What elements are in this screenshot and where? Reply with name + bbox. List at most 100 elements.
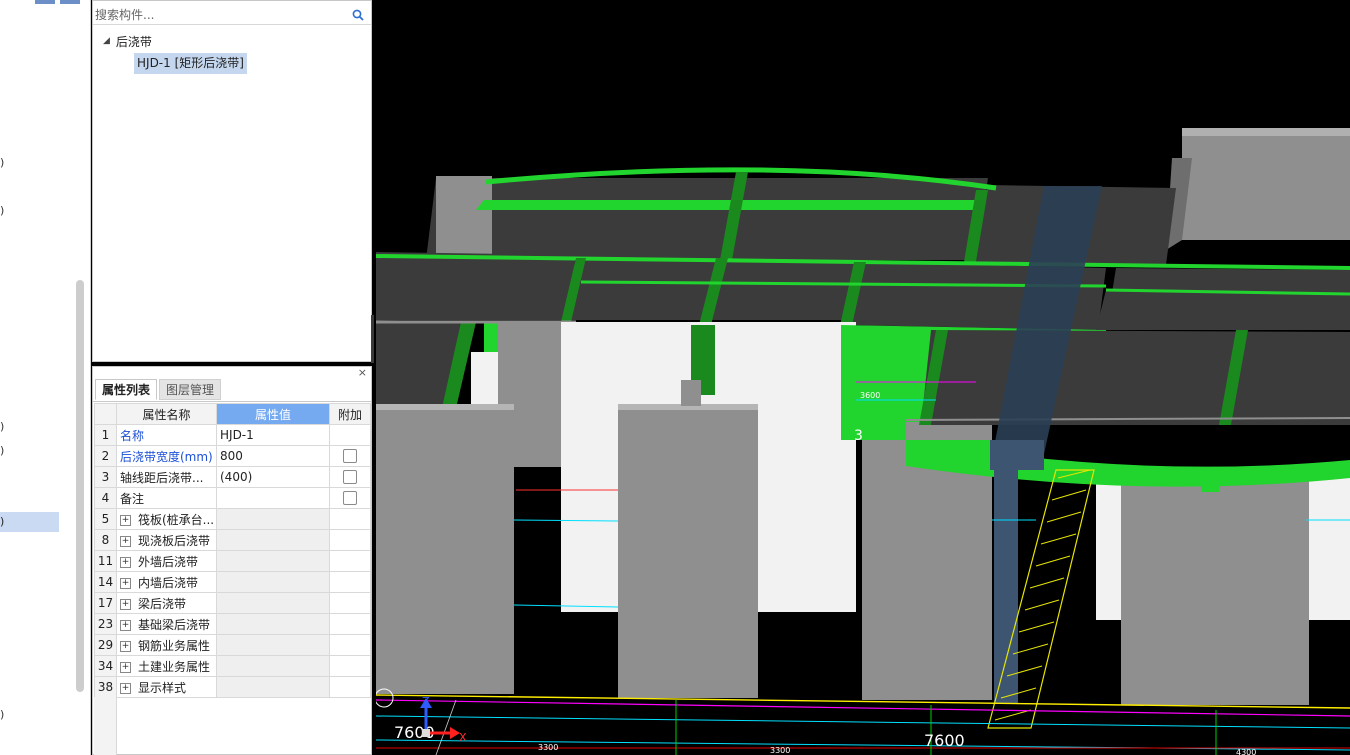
table-row[interactable]: 17 + 梁后浇带 — [94, 592, 371, 614]
property-name-cell[interactable]: + 梁后浇带 — [116, 592, 217, 614]
expand-plus-icon[interactable]: + — [120, 661, 131, 673]
tree-node-root[interactable]: ◢ 后浇带 — [103, 32, 152, 50]
property-tabs: 属性列表 图层管理 — [93, 379, 371, 402]
property-name-cell[interactable]: + 显示样式 — [116, 676, 217, 698]
extra-cell — [329, 424, 371, 446]
search-input[interactable] — [95, 7, 345, 23]
property-name: 基础梁后浇带 — [138, 617, 211, 632]
column-header-num — [94, 403, 117, 425]
slab-back — [426, 178, 988, 260]
property-name: 现浇板后浇带 — [138, 533, 211, 548]
close-icon[interactable]: × — [358, 367, 367, 379]
nav-item-label[interactable]: ) — [0, 204, 4, 217]
table-row[interactable]: 38 + 显示样式 — [94, 676, 371, 698]
property-name-cell: 后浇带宽度(mm) — [116, 445, 217, 467]
property-name-cell: 备注 — [116, 487, 217, 509]
extra-checkbox[interactable] — [343, 449, 357, 464]
expand-plus-icon[interactable]: + — [120, 619, 131, 631]
extra-cell — [329, 655, 371, 677]
row-number: 17 — [94, 592, 117, 614]
property-name-cell[interactable]: + 外墙后浇带 — [116, 550, 217, 572]
tree-node-selected-component[interactable]: HJD-1 [矩形后浇带] — [134, 53, 247, 74]
extra-cell — [329, 550, 371, 572]
table-row[interactable]: 34 + 土建业务属性 — [94, 655, 371, 677]
nav-item-label[interactable]: ) — [0, 420, 4, 433]
row-number: 2 — [94, 445, 117, 467]
3d-model-render[interactable]: 3600 3300 3300 4300 7600 7600 3 Z X — [376, 0, 1350, 755]
property-value-cell[interactable]: HJD-1 — [216, 424, 330, 446]
nav-item-label[interactable]: ) — [0, 156, 4, 169]
row-number: 1 — [94, 424, 117, 446]
expand-plus-icon[interactable]: + — [120, 535, 131, 547]
tab-layer-management[interactable]: 图层管理 — [159, 379, 222, 400]
tab-property-list[interactable]: 属性列表 — [95, 379, 158, 400]
panel-splitter[interactable] — [371, 315, 374, 363]
search-icon[interactable] — [351, 8, 365, 22]
search-box — [93, 5, 371, 25]
table-row[interactable]: 3 轴线距后浇带... (400) — [94, 466, 371, 488]
table-row[interactable]: 4 备注 — [94, 487, 371, 509]
slab-middle-left — [376, 252, 576, 320]
toolbar-button[interactable] — [35, 0, 55, 4]
property-value-cell — [216, 613, 330, 635]
property-name-cell[interactable]: + 基础梁后浇带 — [116, 613, 217, 635]
extra-cell — [329, 508, 371, 530]
property-name-cell[interactable]: + 土建业务属性 — [116, 655, 217, 677]
expand-plus-icon[interactable]: + — [120, 514, 131, 526]
nav-item-selected[interactable]: ) — [0, 512, 59, 532]
table-row[interactable]: 2 后浇带宽度(mm) 800 — [94, 445, 371, 467]
column-header-name[interactable]: 属性名称 — [116, 403, 217, 425]
property-name: 梁后浇带 — [138, 596, 187, 611]
nav-item-label[interactable]: ) — [0, 444, 4, 457]
expand-plus-icon[interactable]: + — [120, 682, 131, 694]
tree-node-label: 后浇带 — [115, 34, 152, 49]
expand-plus-icon[interactable]: + — [120, 598, 131, 610]
toolbar-button[interactable] — [60, 0, 80, 4]
extra-cell — [329, 487, 371, 509]
column-header-extra[interactable]: 附加 — [329, 403, 371, 425]
extra-checkbox[interactable] — [343, 470, 357, 485]
property-name: 名称 — [120, 428, 145, 443]
column-header-value[interactable]: 属性值 — [216, 403, 330, 425]
table-row[interactable]: 29 + 钢筋业务属性 — [94, 634, 371, 656]
extra-checkbox[interactable] — [343, 491, 357, 506]
table-row[interactable]: 8 + 现浇板后浇带 — [94, 529, 371, 551]
property-value-cell[interactable] — [216, 487, 330, 509]
nav-item-label[interactable]: ) — [0, 708, 4, 721]
table-row[interactable]: 14 + 内墙后浇带 — [94, 571, 371, 593]
extra-cell — [329, 592, 371, 614]
table-row[interactable]: 1 名称 HJD-1 — [94, 424, 371, 446]
table-row[interactable]: 23 + 基础梁后浇带 — [94, 613, 371, 635]
property-name-cell[interactable]: + 内墙后浇带 — [116, 571, 217, 593]
dimension-text: 3300 — [538, 743, 558, 752]
property-value-cell[interactable]: (400) — [216, 466, 330, 488]
table-row[interactable]: 11 + 外墙后浇带 — [94, 550, 371, 572]
expand-plus-icon[interactable]: + — [120, 640, 131, 652]
left-panel-scrollbar[interactable] — [76, 280, 84, 692]
extra-cell — [329, 529, 371, 551]
column-center — [618, 406, 758, 698]
property-name: 轴线距后浇带... — [120, 470, 204, 485]
property-name-cell[interactable]: + 现浇板后浇带 — [116, 529, 217, 551]
property-name: 备注 — [120, 491, 145, 506]
extra-cell — [329, 445, 371, 467]
dimension-text: 3300 — [770, 746, 790, 755]
table-row[interactable]: 5 + 筏板(桩承台... — [94, 508, 371, 530]
expand-plus-icon[interactable]: + — [120, 577, 131, 589]
row-number: 8 — [94, 529, 117, 551]
property-value-cell — [216, 571, 330, 593]
property-name: 外墙后浇带 — [138, 554, 199, 569]
component-tree-panel: ◢ 后浇带 HJD-1 [矩形后浇带] — [92, 0, 372, 362]
collapse-triangle-icon[interactable]: ◢ — [103, 36, 110, 46]
column-far-right — [1121, 470, 1309, 705]
3d-viewport[interactable]: 3600 3300 3300 4300 7600 7600 3 Z X — [376, 0, 1350, 755]
property-value-cell — [216, 676, 330, 698]
property-value-cell[interactable]: 800 — [216, 445, 330, 467]
extra-cell — [329, 571, 371, 593]
property-name-cell[interactable]: + 筏板(桩承台... — [116, 508, 217, 530]
property-name-cell[interactable]: + 钢筋业务属性 — [116, 634, 217, 656]
row-number: 29 — [94, 634, 117, 656]
expand-plus-icon[interactable]: + — [120, 556, 131, 568]
grid-label-text: 3 — [854, 428, 863, 444]
extra-cell — [329, 676, 371, 698]
